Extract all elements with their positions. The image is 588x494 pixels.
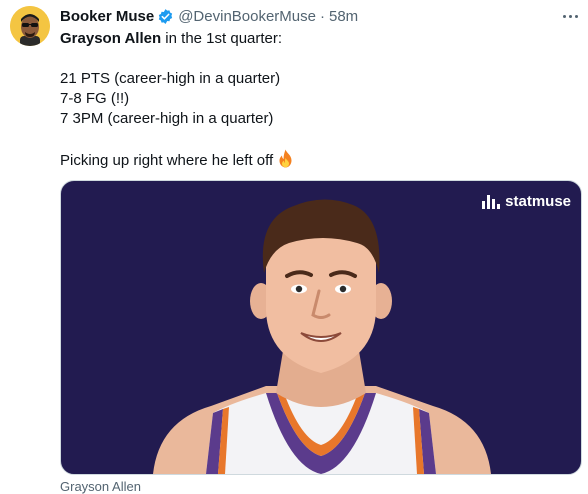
separator-dot: ·: [320, 7, 325, 25]
handle[interactable]: @DevinBookerMuse: [178, 8, 316, 25]
tweet-header: Booker Muse @DevinBookerMuse · 58m: [60, 6, 358, 26]
media-card[interactable]: statmuse: [60, 180, 582, 475]
more-options-icon[interactable]: [560, 8, 580, 24]
tweet-line-4: 7 3PM (career-high in a quarter): [60, 110, 274, 127]
timestamp[interactable]: 58m: [329, 8, 358, 25]
verified-badge-icon[interactable]: [157, 8, 174, 25]
media-caption: Grayson Allen: [60, 479, 141, 494]
tweet-line-1-rest: in the 1st quarter:: [161, 30, 283, 47]
tweet-line-2: 21 PTS (career-high in a quarter): [60, 70, 281, 87]
tweet-line-5: Picking up right where he left off: [60, 149, 294, 169]
avatar-cartoon-icon: [10, 6, 50, 46]
tweet[interactable]: Booker Muse @DevinBookerMuse · 58m Grays…: [0, 0, 588, 494]
avatar[interactable]: [10, 6, 50, 46]
display-name[interactable]: Booker Muse: [60, 8, 154, 25]
tweet-line-1: Grayson Allen in the 1st quarter:: [60, 29, 294, 49]
player-name: Grayson Allen: [60, 30, 162, 47]
fire-emoji-icon: [277, 149, 294, 174]
tweet-line-5-text: Picking up right where he left off: [60, 152, 274, 169]
player-illustration: [153, 199, 491, 474]
tweet-text: Grayson Allen in the 1st quarter: 21 PTS…: [60, 29, 294, 169]
tweet-line-3: 7-8 FG (!!): [60, 90, 130, 107]
